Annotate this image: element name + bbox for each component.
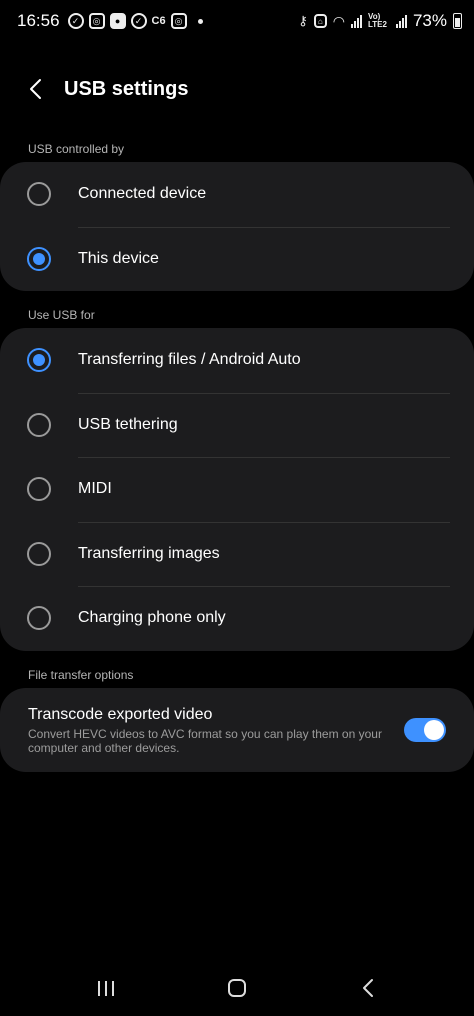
radio-button[interactable] (27, 182, 51, 207)
setting-title: Transcode exported video (28, 705, 213, 723)
controlled-by-card: Connected device This device (0, 162, 474, 291)
navigation-bar (0, 960, 474, 1016)
recents-button[interactable] (86, 968, 126, 1008)
radio-button-checked[interactable] (27, 348, 51, 373)
transcode-video-setting[interactable]: Transcode exported video Convert HEVC vi… (0, 688, 474, 772)
app-header: USB settings (0, 66, 474, 112)
section-label-use-usb-for: Use USB for (28, 308, 95, 322)
use-usb-for-card: Transferring files / Android Auto USB te… (0, 328, 474, 651)
setting-description: Convert HEVC videos to AVC format so you… (28, 726, 382, 755)
status-time: 16:56 (17, 11, 60, 30)
notification-icons: ✓ ◎ ● ✓ C6 ◎ (67, 13, 203, 29)
system-icons: ⚷ ⌂ ◠ Vo) LTE2 73% (298, 11, 462, 31)
more-notifications-dot-icon (197, 18, 203, 24)
status-bar: 16:56 ✓ ◎ ● ✓ C6 ◎ ⚷ ⌂ ◠ Vo) LTE2 73% (0, 0, 474, 42)
radio-button[interactable] (27, 606, 51, 631)
key-icon: ⚷ (298, 13, 308, 28)
battery-percentage: 73% (412, 11, 447, 30)
file-transfer-card: Transcode exported video Convert HEVC vi… (0, 688, 474, 772)
wifi-icon: ◠ (332, 12, 345, 29)
c6-icon: C6 (151, 15, 166, 27)
radio-option-this-device[interactable]: This device (0, 226, 474, 292)
section-label-file-transfer: File transfer options (28, 668, 134, 682)
back-button[interactable] (14, 67, 58, 111)
radio-button[interactable] (27, 412, 51, 437)
chevron-left-icon (30, 79, 41, 99)
back-nav-button[interactable] (348, 968, 388, 1008)
switch-knob (424, 720, 444, 740)
app-icon: ● (109, 13, 126, 29)
option-label: Transferring files / Android Auto (78, 351, 301, 369)
section-label-controlled-by: USB controlled by (28, 142, 125, 156)
instagram-icon: ◎ (88, 13, 105, 29)
recents-icon (97, 980, 114, 996)
chevron-left-icon (363, 979, 374, 997)
option-label: USB tethering (78, 415, 178, 433)
lte-indicator: Vo) LTE2 (367, 12, 387, 29)
option-label: Transferring images (78, 544, 220, 562)
radio-button[interactable] (27, 477, 51, 502)
option-label: Connected device (78, 185, 207, 203)
radio-option-usb-tethering[interactable]: USB tethering (0, 392, 474, 458)
radio-option-transferring-images[interactable]: Transferring images (0, 521, 474, 587)
option-label: MIDI (78, 480, 112, 498)
page-title: USB settings (64, 77, 189, 100)
transcode-toggle-switch[interactable] (404, 718, 446, 742)
instagram-icon: ◎ (170, 13, 187, 29)
radio-option-connected-device[interactable]: Connected device (0, 162, 474, 227)
home-lock-icon: ⌂ (313, 14, 327, 28)
option-label: Charging phone only (78, 609, 226, 627)
home-icon (227, 979, 246, 997)
radio-option-charging-only[interactable]: Charging phone only (0, 586, 474, 651)
signal-icon (350, 14, 362, 28)
home-button[interactable] (217, 968, 257, 1008)
battery-icon (453, 13, 462, 29)
option-label: This device (78, 249, 159, 267)
radio-option-transferring-files[interactable]: Transferring files / Android Auto (0, 328, 474, 393)
setting-text: Transcode exported video Convert HEVC vi… (28, 706, 388, 755)
radio-button[interactable] (27, 541, 51, 566)
radio-button-checked[interactable] (27, 246, 51, 271)
check-circle-icon: ✓ (67, 13, 84, 29)
check-circle-icon: ✓ (130, 13, 147, 29)
radio-option-midi[interactable]: MIDI (0, 457, 474, 522)
signal-icon (395, 14, 407, 28)
